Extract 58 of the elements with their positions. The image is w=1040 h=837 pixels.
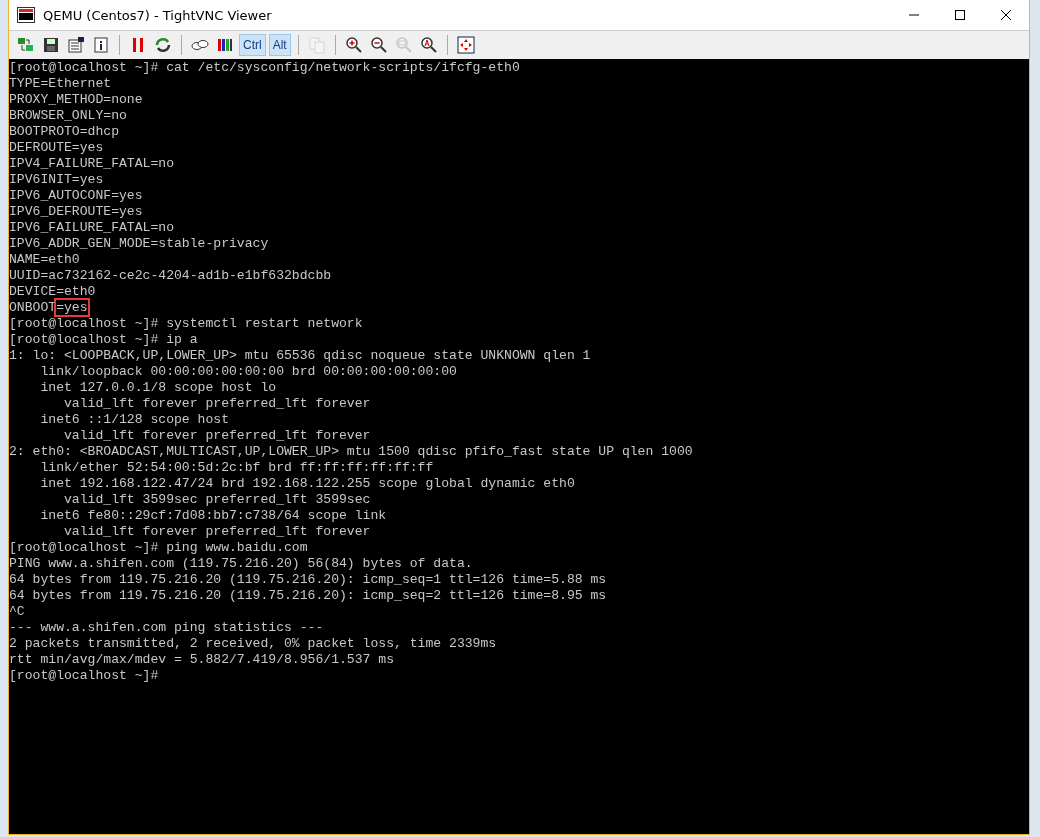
terminal-line: [root@localhost ~]# ping www.baidu.com xyxy=(9,540,309,556)
terminal-line: 1: lo: <LOOPBACK,UP,LOWER_UP> mtu 65536 qdisc noqueue state UNKNOWN qlen 1 xyxy=(9,348,592,364)
copy-icon xyxy=(307,36,326,54)
terminal-line: 2 packets transmitted, 2 received, 0% packet loss, time 2339ms xyxy=(9,636,498,652)
terminal-line: UUID=ac732162-ce2c-4204-ad1b-e1bf632bdcbb xyxy=(9,268,333,284)
terminal-line: IPV6_AUTOCONF=yes xyxy=(9,188,144,204)
terminal-line: BOOTPROTO=dhcp xyxy=(9,124,120,140)
terminal-line: PING www.a.shifen.com (119.75.216.20) 56(84) bytes of data. xyxy=(9,556,474,572)
terminal-line: [root@localhost ~]# systemctl restart network xyxy=(9,316,364,332)
terminal-line: link/loopback 00:00:00:00:00:00 brd 00:00:00:00:00:00 xyxy=(39,364,458,380)
terminal-line: TYPE=Ethernet xyxy=(9,76,113,92)
color-bars-icon xyxy=(216,36,234,54)
terminal-line: NAME=eth0 xyxy=(9,252,81,268)
maximize-icon xyxy=(955,10,965,20)
terminal-line: 64 bytes from 119.75.216.20 (119.75.216.20): icmp_seq=1 ttl=126 time=5.88 ms xyxy=(9,572,608,588)
close-icon xyxy=(1001,10,1011,20)
app-icon xyxy=(17,7,35,23)
terminal-line: inet6 fe80::29cf:7d08:bb7:c738/64 scope link xyxy=(39,508,388,524)
terminal-line: inet 127.0.0.1/8 scope host lo xyxy=(39,380,278,396)
terminal-line: 64 bytes from 119.75.216.20 (119.75.216.20): icmp_seq=2 ttl=126 time=8.95 ms xyxy=(9,588,608,604)
terminal-line: IPV6_ADDR_GEN_MODE=stable-privacy xyxy=(9,236,270,252)
terminal-line: inet6 ::1/128 scope host xyxy=(39,412,230,428)
refresh-icon xyxy=(154,36,172,54)
save-icon xyxy=(42,36,60,54)
zoom-icon xyxy=(394,36,413,54)
zoom-in-icon xyxy=(344,36,363,54)
terminal-line: rtt min/avg/max/mdev = 5.882/7.419/8.956/1.537 ms xyxy=(9,652,396,668)
terminal-line: [root@localhost ~]# cat /etc/sysconfig/network-scripts/ifcfg-eth0 xyxy=(9,60,521,76)
zoom-out-icon xyxy=(369,36,388,54)
terminal-line: valid_lft 3599sec preferred_lft 3599sec xyxy=(63,492,372,508)
zoom-auto-icon xyxy=(419,36,438,54)
terminal-line: valid_lft forever preferred_lft forever xyxy=(63,524,372,540)
terminal-line: DEFROUTE=yes xyxy=(9,140,105,156)
options-icon xyxy=(67,36,85,54)
info-icon xyxy=(92,36,110,54)
terminal-line: BROWSER_ONLY=no xyxy=(9,108,128,124)
connection-icon xyxy=(17,36,35,54)
terminal-line: IPV6_FAILURE_FATAL=no xyxy=(9,220,175,236)
terminal-line: [root@localhost ~]# xyxy=(9,668,160,684)
terminal-line: PROXY_METHOD=none xyxy=(9,92,144,108)
window-title: QEMU (Centos7) - TightVNC Viewer xyxy=(43,7,273,23)
terminal-line: IPV6_DEFROUTE=yes xyxy=(9,204,144,220)
terminal-line: DEVICE=eth0 xyxy=(9,284,97,300)
terminal-line: inet 192.168.122.47/24 brd 192.168.122.255 scope global dynamic eth0 xyxy=(39,476,576,492)
terminal-line: 2: eth0: <BROADCAST,MULTICAST,UP,LOWER_UP> mtu 1500 qdisc pfifo_fast state UP qlen 1000 xyxy=(9,444,694,460)
terminal-line: --- www.a.shifen.com ping statistics --- xyxy=(9,620,325,636)
key-toggle-button[interactable]: Alt xyxy=(268,34,291,56)
terminal-line: [root@localhost ~]# ip a xyxy=(9,332,199,348)
terminal-line: ^C xyxy=(9,604,26,620)
terminal-line: ONBOOT=yes xyxy=(9,300,89,316)
terminal-line: IPV4_FAILURE_FATAL=no xyxy=(9,156,175,172)
toolbar-button[interactable] xyxy=(65,34,87,56)
key-toggle-button[interactable]: Ctrl xyxy=(239,34,266,56)
terminal-line: valid_lft forever preferred_lft forever xyxy=(63,428,372,444)
terminal-line: IPV6INIT=yes xyxy=(9,172,105,188)
terminal-line: valid_lft forever preferred_lft forever xyxy=(63,396,372,412)
terminal-line: link/ether 52:54:00:5d:2c:bf brd ff:ff:ff:ff:ff:ff xyxy=(39,460,435,476)
fullscreen-icon xyxy=(456,36,475,54)
